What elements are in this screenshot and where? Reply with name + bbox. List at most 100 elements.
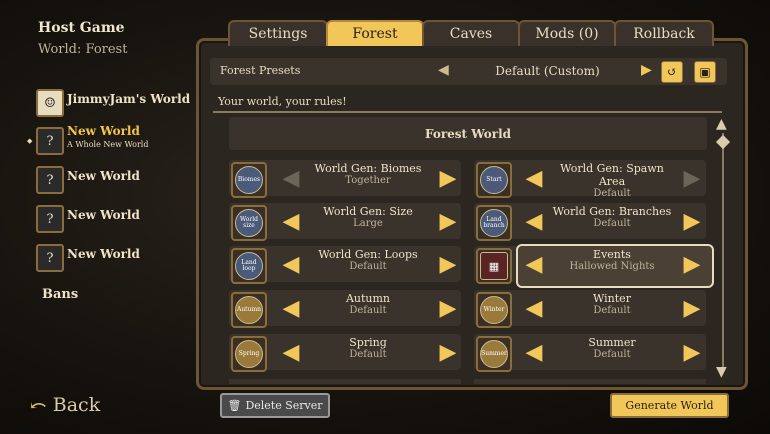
- setting-text: World Gen: Spawn Area Default: [549, 162, 675, 199]
- tab-forest[interactable]: Forest: [326, 20, 424, 46]
- next-arrow-icon[interactable]: ▶: [438, 205, 458, 237]
- scroll-down-arrow-icon[interactable]: ▼: [716, 364, 727, 380]
- page-title: Host Game: [38, 20, 125, 36]
- setting-value: Default: [593, 218, 631, 229]
- prev-arrow-icon[interactable]: ◀: [281, 336, 301, 368]
- prev-arrow-icon[interactable]: ◀: [524, 248, 544, 280]
- prev-arrow-icon[interactable]: ◀: [524, 336, 544, 368]
- setting-name: World Gen: Size: [323, 205, 413, 218]
- tab-settings[interactable]: Settings: [228, 20, 328, 46]
- prev-arrow-icon[interactable]: ◀: [524, 205, 544, 237]
- setting-value: Default: [593, 349, 631, 360]
- unknown-avatar-icon: ?: [36, 166, 64, 194]
- setting-name: World Gen: Biomes: [314, 162, 422, 175]
- tab-mods[interactable]: Mods (0): [518, 20, 616, 46]
- next-arrow-icon[interactable]: ▶: [682, 292, 702, 324]
- setting-value: Default: [349, 261, 387, 272]
- setting-text: Events Hallowed Nights: [549, 248, 675, 272]
- next-arrow-icon[interactable]: ▶: [682, 205, 702, 237]
- prev-arrow-icon[interactable]: ◀: [281, 205, 301, 237]
- biomes-icon: Biomes: [231, 162, 267, 198]
- next-arrow-icon[interactable]: ▶: [438, 162, 458, 194]
- trash-icon: 🗑: [227, 399, 242, 412]
- setting-name: Events: [593, 248, 631, 261]
- setting-row-partial: [474, 379, 706, 384]
- revert-icon[interactable]: ↺: [661, 61, 683, 83]
- delete-server-label: Delete Server: [245, 399, 323, 412]
- setting-text: World Gen: Branches Default: [549, 205, 675, 229]
- calendar-icon: ▦: [476, 248, 512, 284]
- bans-button[interactable]: Bans: [42, 287, 78, 302]
- world-slot-name: New World: [67, 247, 140, 261]
- tab-caves[interactable]: Caves: [422, 20, 520, 46]
- setting-text: World Gen: Loops Default: [305, 248, 431, 272]
- branches-icon: Land branch: [476, 205, 512, 241]
- selected-indicator-icon: ◆: [27, 137, 33, 145]
- section-header: Forest World: [229, 117, 707, 150]
- scrollbar-track[interactable]: [722, 133, 724, 369]
- prev-arrow-icon[interactable]: ◀: [281, 162, 301, 194]
- setting-value: Default: [349, 349, 387, 360]
- setting-text: Summer Default: [549, 336, 675, 360]
- delete-server-button[interactable]: 🗑 Delete Server: [220, 393, 330, 418]
- setting-value: Large: [353, 218, 383, 229]
- back-arrow-icon: ⤺: [30, 393, 47, 417]
- setting-name: World Gen: Loops: [318, 248, 418, 261]
- world-slot-2[interactable]: ◆ ? New World A Whole New World: [27, 124, 203, 158]
- save-icon[interactable]: ▣: [694, 61, 716, 83]
- next-arrow-icon[interactable]: ▶: [682, 248, 702, 280]
- world-slot-4[interactable]: ? New World: [28, 202, 203, 236]
- world-slot-description: A Whole New World: [67, 140, 149, 149]
- preset-prev-arrow-icon[interactable]: ◀: [438, 62, 449, 78]
- prev-arrow-icon[interactable]: ◀: [524, 292, 544, 324]
- setting-value: Default: [593, 188, 631, 199]
- next-arrow-icon[interactable]: ▶: [682, 162, 702, 194]
- world-slot-5[interactable]: ? New World: [28, 241, 203, 275]
- preset-next-arrow-icon[interactable]: ▶: [641, 62, 652, 78]
- back-button[interactable]: ⤺ Back: [30, 390, 100, 420]
- back-label: Back: [52, 394, 101, 416]
- setting-text: Winter Default: [549, 292, 675, 316]
- setting-name: Autumn: [345, 292, 391, 305]
- world-slot-1[interactable]: ☺ JimmyJam's World: [28, 86, 203, 120]
- prev-arrow-icon[interactable]: ◀: [281, 292, 301, 324]
- spring-icon: Spring: [231, 336, 267, 372]
- unknown-avatar-icon: ?: [36, 127, 64, 155]
- world-slot-3[interactable]: ? New World: [28, 163, 203, 197]
- divider: [213, 111, 722, 113]
- setting-text: Spring Default: [305, 336, 431, 360]
- loops-icon: Land loop: [231, 248, 267, 284]
- next-arrow-icon[interactable]: ▶: [438, 336, 458, 368]
- next-arrow-icon[interactable]: ▶: [438, 292, 458, 324]
- setting-name: Summer: [588, 336, 636, 349]
- generate-world-button[interactable]: Generate World: [610, 393, 729, 418]
- setting-name: Spring: [349, 336, 387, 349]
- world-slot-name: New World: [67, 169, 140, 183]
- autumn-icon: Autumn: [231, 292, 267, 328]
- motto-text: Your world, your rules!: [218, 95, 347, 108]
- next-arrow-icon[interactable]: ▶: [438, 248, 458, 280]
- character-avatar-icon: ☺: [36, 89, 64, 117]
- next-arrow-icon[interactable]: ▶: [682, 336, 702, 368]
- tab-rollback[interactable]: Rollback: [614, 20, 714, 46]
- prev-arrow-icon[interactable]: ◀: [281, 248, 301, 280]
- setting-value: Hallowed Nights: [569, 261, 655, 272]
- world-slot-name: New World: [67, 124, 140, 138]
- unknown-avatar-icon: ?: [36, 205, 64, 233]
- prev-arrow-icon[interactable]: ◀: [524, 162, 544, 194]
- setting-value: Together: [345, 175, 391, 186]
- world-subtitle: World: Forest: [38, 42, 128, 57]
- world-size-icon: World size: [231, 205, 267, 241]
- setting-value: Default: [593, 305, 631, 316]
- setting-value: Default: [349, 305, 387, 316]
- preset-value: Default (Custom): [495, 64, 600, 78]
- winter-icon: Winter: [476, 292, 512, 328]
- presets-label: Forest Presets: [220, 64, 301, 77]
- world-slot-name: JimmyJam's World: [67, 92, 191, 106]
- scroll-up-arrow-icon[interactable]: ▲: [716, 116, 727, 132]
- setting-text: Autumn Default: [305, 292, 431, 316]
- summer-icon: Summer: [476, 336, 512, 372]
- world-slot-name: New World: [67, 208, 140, 222]
- spawn-area-icon: Start: [476, 162, 512, 198]
- setting-name: World Gen: Spawn Area: [560, 162, 664, 188]
